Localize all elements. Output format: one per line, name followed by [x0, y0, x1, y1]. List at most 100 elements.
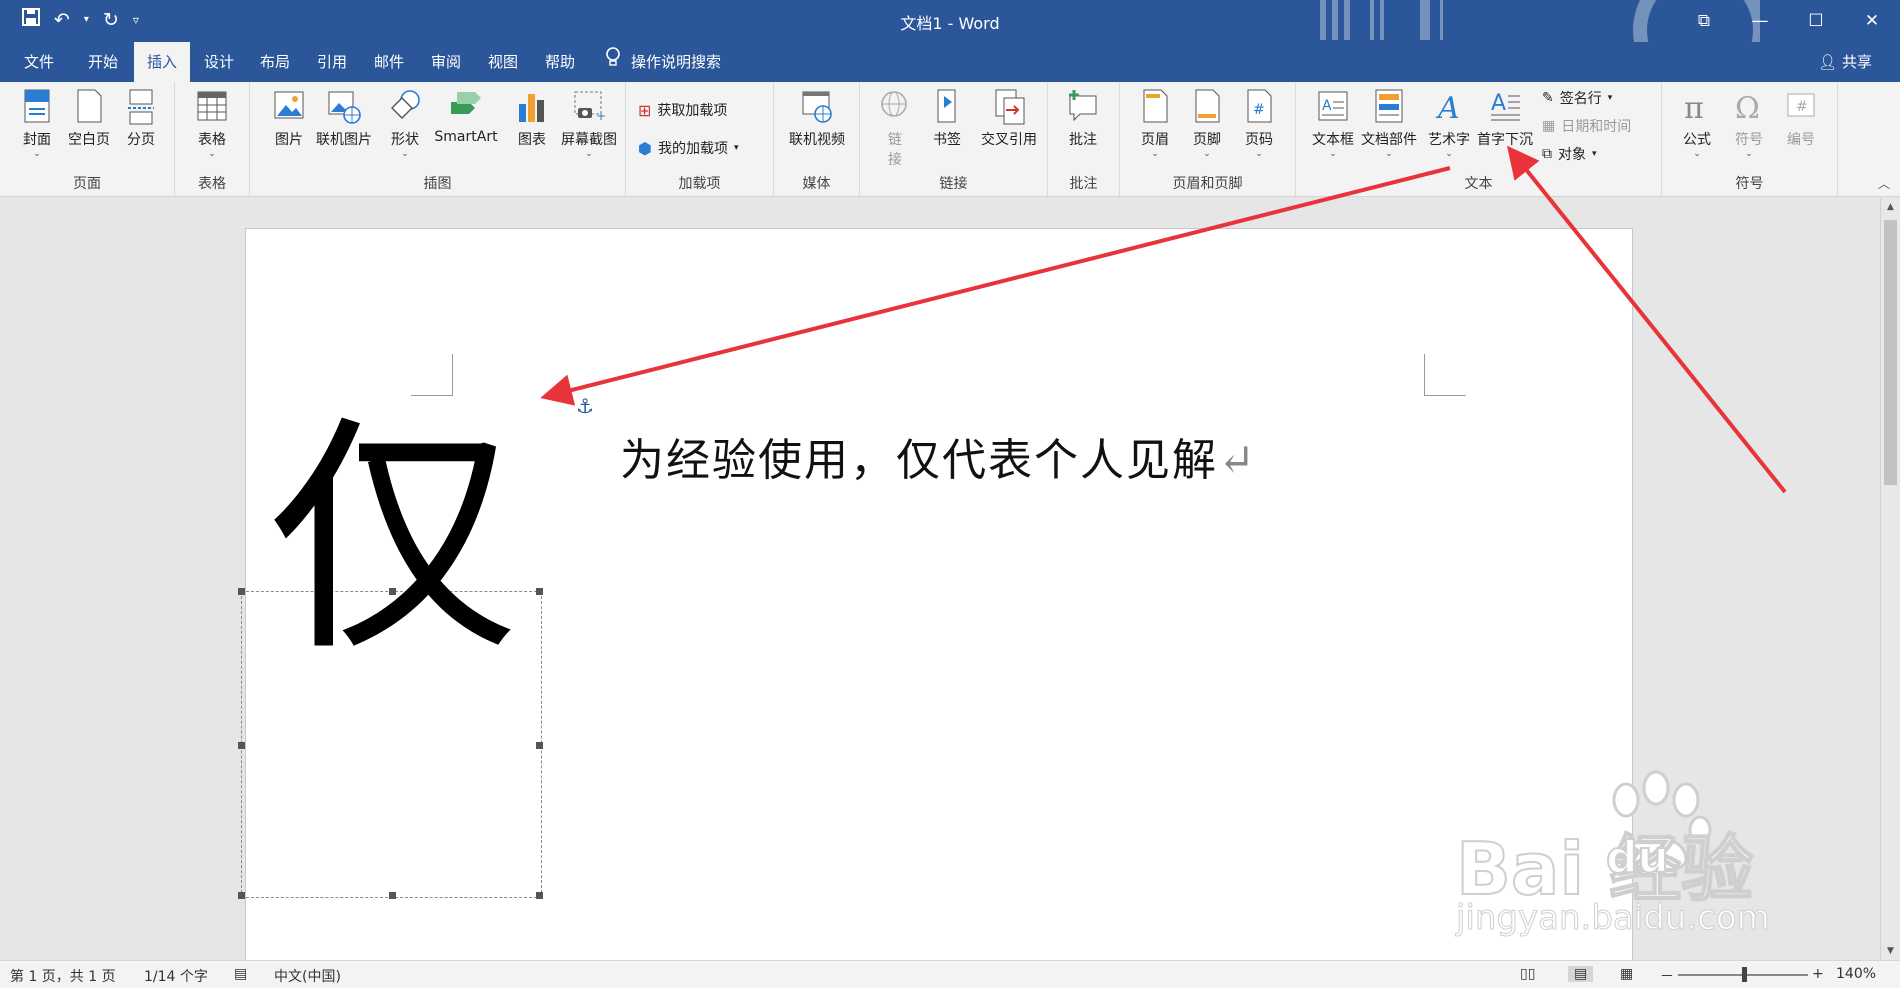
svg-text:+: +	[596, 109, 606, 123]
page-count[interactable]: 第 1 页，共 1 页	[10, 966, 116, 986]
numbering-button[interactable]: # 编号	[1774, 88, 1828, 149]
svg-text:#: #	[1253, 102, 1265, 118]
omega-icon: Ω	[1735, 91, 1760, 126]
text-box-button[interactable]: A 文本框 ⌄	[1306, 88, 1360, 159]
chevron-down-icon: ⌄	[1693, 149, 1701, 159]
margin-corner-top-right	[1424, 354, 1466, 396]
tab-mailings[interactable]: 邮件	[370, 42, 408, 82]
tab-file[interactable]: 文件	[20, 42, 58, 82]
read-mode-icon[interactable]: ▯▯	[1520, 966, 1535, 982]
language[interactable]: 中文(中国)	[274, 966, 341, 986]
tab-home[interactable]: 开始	[84, 42, 122, 82]
share-button[interactable]: 👤︎ 共享	[1818, 42, 1872, 82]
object-button[interactable]: ⧉ 对象 ▾	[1542, 144, 1597, 164]
group-illustrations: 图片 联机图片 形状 ⌄ SmartArt 图表 + 屏幕截图 ⌄ 插图	[250, 82, 626, 197]
wordart-button[interactable]: A 艺术字 ⌄	[1422, 88, 1476, 159]
tab-view[interactable]: 视图	[484, 42, 522, 82]
group-label-addins: 加载项	[678, 176, 721, 192]
signature-line-button[interactable]: ✎ 签名行 ▾	[1542, 88, 1612, 108]
cover-page-button[interactable]: 封面 ⌄	[10, 88, 64, 159]
tab-insert[interactable]: 插入	[134, 42, 190, 82]
zoom-out-button[interactable]: －	[1660, 966, 1674, 986]
minimize-button[interactable]: —	[1732, 0, 1788, 42]
page-break-label: 分页	[127, 132, 155, 148]
online-video-icon	[802, 91, 832, 123]
online-video-button[interactable]: 联机视频	[782, 88, 852, 149]
link-button[interactable]: 链 接	[868, 88, 922, 169]
tell-me-search[interactable]: 操作说明搜索	[605, 42, 721, 82]
table-button[interactable]: 表格 ⌄	[185, 88, 239, 159]
word-count[interactable]: 1/14 个字	[144, 966, 208, 986]
print-layout-icon[interactable]: ▤	[1568, 966, 1594, 982]
resize-handle[interactable]	[536, 742, 543, 749]
chevron-down-icon: ▾	[1592, 149, 1597, 159]
ribbon-display-options-button[interactable]: ⧉	[1676, 0, 1732, 42]
tab-help[interactable]: 帮助	[541, 42, 579, 82]
maximize-button[interactable]: ☐	[1788, 0, 1844, 42]
resize-handle[interactable]	[238, 892, 245, 899]
online-pictures-button[interactable]: 联机图片	[314, 88, 374, 149]
text-box-label: 文本框	[1312, 132, 1354, 148]
get-addins-button[interactable]: ⊞ 获取加载项	[638, 100, 727, 120]
resize-handle[interactable]	[536, 892, 543, 899]
store-icon: ⊞	[638, 100, 652, 120]
object-label: 对象	[1558, 147, 1586, 163]
close-button[interactable]: ✕	[1844, 0, 1900, 42]
pi-icon: π	[1684, 91, 1704, 126]
drop-cap-button[interactable]: A 首字下沉	[1474, 88, 1536, 149]
screenshot-button[interactable]: + 屏幕截图 ⌄	[556, 88, 622, 159]
shapes-button[interactable]: 形状 ⌄	[378, 88, 432, 159]
bookmark-button[interactable]: 书签	[920, 88, 974, 149]
vertical-scrollbar[interactable]: ▲ ▼	[1880, 198, 1900, 960]
group-comments: 批注 批注	[1048, 82, 1120, 197]
scroll-thumb[interactable]	[1884, 220, 1897, 485]
group-pages: 封面 ⌄ 空白页 分页 页面	[0, 82, 175, 197]
chevron-down-icon: ⌄	[1255, 149, 1263, 159]
zoom-level[interactable]: 140%	[1836, 966, 1876, 982]
proofing-icon[interactable]: ▤	[234, 966, 247, 982]
status-bar: 第 1 页，共 1 页 1/14 个字 ▤ 中文(中国) ▯▯ ▤ ▦ － + …	[0, 960, 1900, 988]
cross-reference-label: 交叉引用	[981, 132, 1037, 148]
zoom-slider-thumb[interactable]	[1742, 967, 1747, 982]
my-addins-button[interactable]: ⬢ 我的加载项 ▾	[638, 138, 739, 158]
page-number-button[interactable]: # 页码 ⌄	[1232, 88, 1286, 159]
tab-review[interactable]: 审阅	[427, 42, 465, 82]
chevron-down-icon: ⌄	[1329, 149, 1337, 159]
addins-icon: ⬢	[638, 138, 652, 158]
resize-handle[interactable]	[238, 742, 245, 749]
footer-button[interactable]: 页脚 ⌄	[1180, 88, 1234, 159]
quick-parts-button[interactable]: 文档部件 ⌄	[1358, 88, 1420, 159]
chevron-down-icon: ▾	[733, 143, 739, 153]
watermark-url: jingyan.baidu.com	[1456, 898, 1771, 939]
scroll-up-icon[interactable]: ▲	[1881, 198, 1900, 216]
smartart-button[interactable]: SmartArt	[428, 88, 504, 145]
tab-references[interactable]: 引用	[313, 42, 351, 82]
footer-icon	[1195, 89, 1220, 123]
tab-layout[interactable]: 布局	[256, 42, 294, 82]
web-layout-icon[interactable]: ▦	[1620, 966, 1633, 982]
page-break-button[interactable]: 分页	[114, 88, 168, 149]
chevron-down-icon: ⌄	[1151, 149, 1159, 159]
tab-design[interactable]: 设计	[200, 42, 238, 82]
svg-text:Ω: Ω	[1735, 91, 1760, 126]
symbol-button[interactable]: Ω 符号 ⌄	[1722, 88, 1776, 159]
table-icon	[197, 91, 227, 121]
blank-page-button[interactable]: 空白页	[62, 88, 116, 149]
cross-reference-button[interactable]: 交叉引用	[974, 88, 1044, 149]
numbering-icon: #	[1787, 93, 1815, 117]
scroll-down-icon[interactable]: ▼	[1881, 942, 1900, 960]
comment-icon	[1069, 90, 1097, 122]
equation-button[interactable]: π 公式 ⌄	[1670, 88, 1724, 159]
object-icon: ⧉	[1542, 146, 1552, 162]
drop-cap-character[interactable]: 仅	[248, 380, 538, 700]
body-paragraph[interactable]: 为经验使用，仅代表个人见解↵	[620, 424, 1257, 488]
resize-handle[interactable]	[389, 892, 396, 899]
collapse-ribbon-icon[interactable]: ︿	[1878, 175, 1890, 192]
pictures-button[interactable]: 图片	[262, 88, 316, 149]
new-comment-button[interactable]: 批注	[1056, 88, 1110, 149]
header-button[interactable]: 页眉 ⌄	[1128, 88, 1182, 159]
chart-button[interactable]: 图表	[505, 88, 559, 149]
date-time-button[interactable]: ▦ 日期和时间	[1542, 116, 1631, 136]
resize-handle[interactable]	[238, 588, 245, 595]
zoom-in-button[interactable]: +	[1812, 966, 1824, 982]
